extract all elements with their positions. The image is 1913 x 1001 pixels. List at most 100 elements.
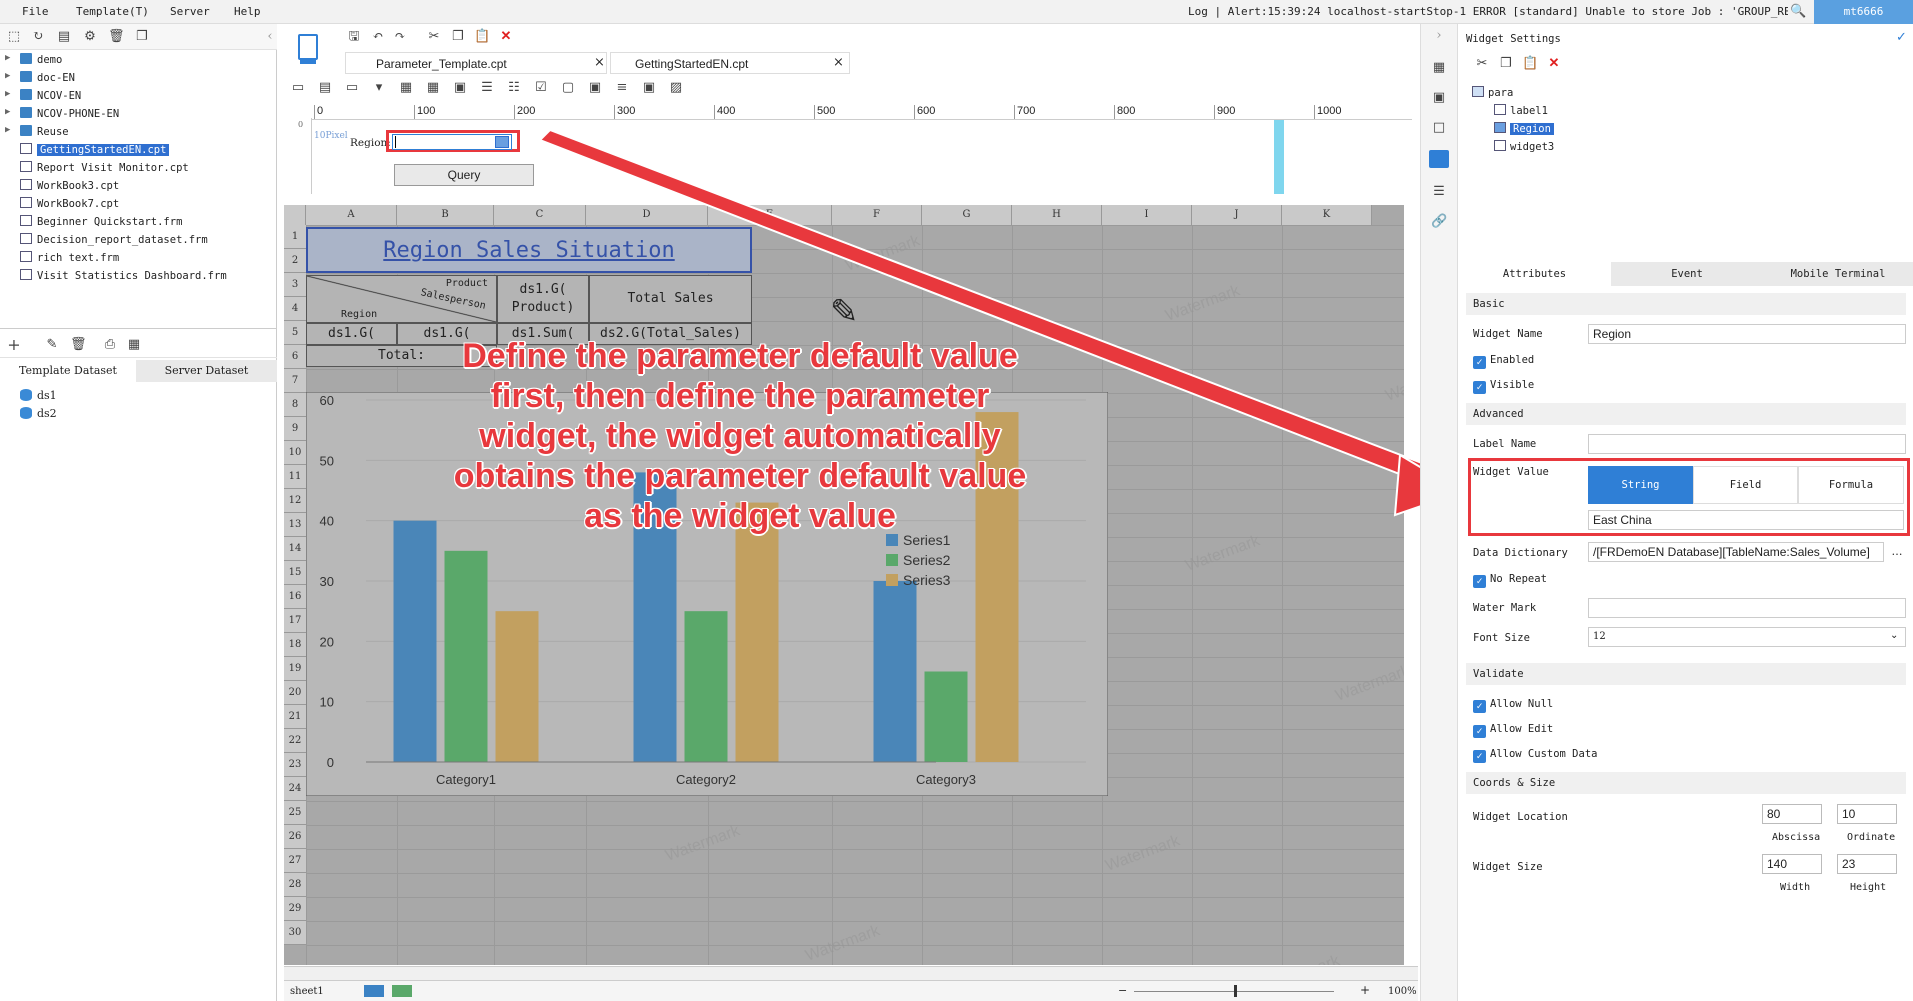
- menu-template[interactable]: Template(T): [76, 5, 149, 18]
- row-header[interactable]: 29: [284, 897, 306, 921]
- widget-type-icon[interactable]: ▢: [560, 80, 576, 96]
- ordinate-input[interactable]: 10: [1837, 804, 1897, 824]
- expand-icon[interactable]: ›: [1431, 28, 1447, 44]
- cell-attr-icon[interactable]: ▦: [1431, 60, 1447, 76]
- widget-type-icon[interactable]: ▣: [641, 80, 657, 96]
- row-header[interactable]: 19: [284, 657, 306, 681]
- delete-icon[interactable]: ✕: [1546, 56, 1562, 72]
- horizontal-scrollbar[interactable]: [284, 966, 1418, 980]
- visible-checkbox[interactable]: ✓ Visible: [1473, 379, 1534, 394]
- more-icon[interactable]: …: [1888, 542, 1906, 562]
- chevron-down-icon[interactable]: [495, 136, 509, 148]
- column-header[interactable]: A: [306, 205, 397, 225]
- row-header[interactable]: 1: [284, 225, 306, 249]
- widget-type-icon[interactable]: ▦: [425, 80, 441, 96]
- column-header[interactable]: D: [586, 205, 708, 225]
- row-header[interactable]: 12: [284, 489, 306, 513]
- region-combobox[interactable]: [392, 134, 512, 150]
- row-header[interactable]: 30: [284, 921, 306, 945]
- row-header[interactable]: 10: [284, 441, 306, 465]
- font-size-select[interactable]: 12: [1588, 627, 1906, 647]
- tree-file[interactable]: GettingStartedEN.cpt: [20, 143, 170, 156]
- widget-type-icon[interactable]: ☑: [533, 80, 549, 96]
- widget-type-icon[interactable]: ☷: [506, 80, 522, 96]
- row-header[interactable]: 24: [284, 777, 306, 801]
- width-input[interactable]: 140: [1762, 854, 1822, 874]
- enabled-checkbox[interactable]: ✓ Enabled: [1473, 354, 1534, 369]
- row-header[interactable]: 22: [284, 729, 306, 753]
- tab-template-dataset[interactable]: Template Dataset: [0, 360, 136, 382]
- row-header[interactable]: 28: [284, 873, 306, 897]
- row-header[interactable]: 2: [284, 249, 306, 273]
- chevron-down-icon[interactable]: ⌄: [1890, 630, 1898, 641]
- widget-type-icon[interactable]: ▭: [344, 80, 360, 96]
- redo-icon[interactable]: ↷: [392, 29, 408, 45]
- widget-name-input[interactable]: Region: [1588, 324, 1906, 344]
- dataset-item[interactable]: ds1: [20, 389, 57, 402]
- tree-file[interactable]: Report Visit Monitor.cpt: [20, 161, 189, 174]
- tree-folder[interactable]: ▶ demo: [5, 53, 62, 66]
- row-header[interactable]: 18: [284, 633, 306, 657]
- row-header[interactable]: 17: [284, 609, 306, 633]
- menu-help[interactable]: Help: [234, 5, 261, 18]
- tree-folder[interactable]: ▶ NCOV-PHONE-EN: [5, 107, 119, 120]
- allow-edit-checkbox[interactable]: ✓ Allow Edit: [1473, 723, 1553, 738]
- sheet-tab[interactable]: sheet1: [290, 986, 324, 997]
- close-tab-icon[interactable]: ×: [833, 55, 844, 70]
- row-header[interactable]: 25: [284, 801, 306, 825]
- tree-folder[interactable]: ▶ Reuse: [5, 125, 69, 138]
- zoom-handle[interactable]: [1234, 985, 1237, 997]
- row-header[interactable]: 11: [284, 465, 306, 489]
- add-icon[interactable]: +: [6, 337, 22, 353]
- dataset-item[interactable]: ds2: [20, 407, 57, 420]
- cut-icon[interactable]: ✂: [426, 29, 442, 45]
- column-header[interactable]: H: [1012, 205, 1102, 225]
- tree-file[interactable]: WorkBook3.cpt: [20, 179, 119, 192]
- column-header[interactable]: F: [832, 205, 922, 225]
- height-input[interactable]: 23: [1837, 854, 1897, 874]
- new-file-icon[interactable]: ⬚: [6, 29, 22, 45]
- chevron-right-icon[interactable]: ▶: [5, 71, 10, 81]
- water-mark-input[interactable]: [1588, 598, 1906, 618]
- widget-value-input[interactable]: East China: [1588, 510, 1904, 530]
- widget-type-icon[interactable]: ▭: [290, 80, 306, 96]
- panel-boundary[interactable]: [1274, 120, 1284, 194]
- tab-mobile-terminal[interactable]: Mobile Terminal: [1763, 262, 1913, 286]
- chevron-right-icon[interactable]: ▶: [5, 125, 10, 135]
- chevron-right-icon[interactable]: ▶: [5, 53, 10, 63]
- cell-d3[interactable]: Total Sales: [589, 275, 752, 323]
- cell-c3[interactable]: ds1.G( Product): [497, 275, 589, 323]
- section-basic[interactable]: Basic: [1466, 293, 1906, 315]
- tree-file[interactable]: Beginner Quickstart.frm: [20, 215, 182, 228]
- tree-node-para[interactable]: para: [1472, 86, 1513, 99]
- value-type-string[interactable]: String: [1588, 466, 1693, 504]
- widget-type-icon[interactable]: ▤: [317, 80, 333, 96]
- row-header[interactable]: 20: [284, 681, 306, 705]
- value-type-formula[interactable]: Formula: [1798, 466, 1904, 504]
- row-header[interactable]: 26: [284, 825, 306, 849]
- row-header[interactable]: 7: [284, 369, 306, 393]
- widget-type-icon[interactable]: ▣: [587, 80, 603, 96]
- row-header[interactable]: 13: [284, 513, 306, 537]
- tree-node-label1[interactable]: label1: [1494, 104, 1548, 117]
- menu-server[interactable]: Server: [170, 5, 210, 18]
- row-header[interactable]: 16: [284, 585, 306, 609]
- bar-series2-category1[interactable]: [444, 550, 488, 762]
- preview-icon[interactable]: ⎙: [102, 337, 118, 353]
- widget-panel-icon[interactable]: [288, 28, 328, 68]
- bar-series3-category1[interactable]: [495, 611, 539, 762]
- column-header[interactable]: E: [708, 205, 832, 225]
- widget-type-icon[interactable]: ▦: [398, 80, 414, 96]
- zoom-in-icon[interactable]: +: [1360, 983, 1370, 997]
- row-header[interactable]: 4: [284, 297, 306, 321]
- cut-icon[interactable]: ✂: [1474, 56, 1490, 72]
- row-header[interactable]: 23: [284, 753, 306, 777]
- tab-server-dataset[interactable]: Server Dataset: [136, 360, 277, 382]
- paste-icon[interactable]: 📋: [1522, 56, 1538, 72]
- tree-file[interactable]: Visit Statistics Dashboard.frm: [20, 269, 227, 282]
- tab-gettingstarted[interactable]: GettingStartedEN.cpt ×: [610, 52, 850, 74]
- tab-attributes[interactable]: Attributes: [1458, 262, 1611, 286]
- add-sheet-icon[interactable]: [392, 985, 412, 997]
- widget-settings-icon[interactable]: [1429, 150, 1449, 168]
- bar-series3-category2[interactable]: [735, 502, 779, 762]
